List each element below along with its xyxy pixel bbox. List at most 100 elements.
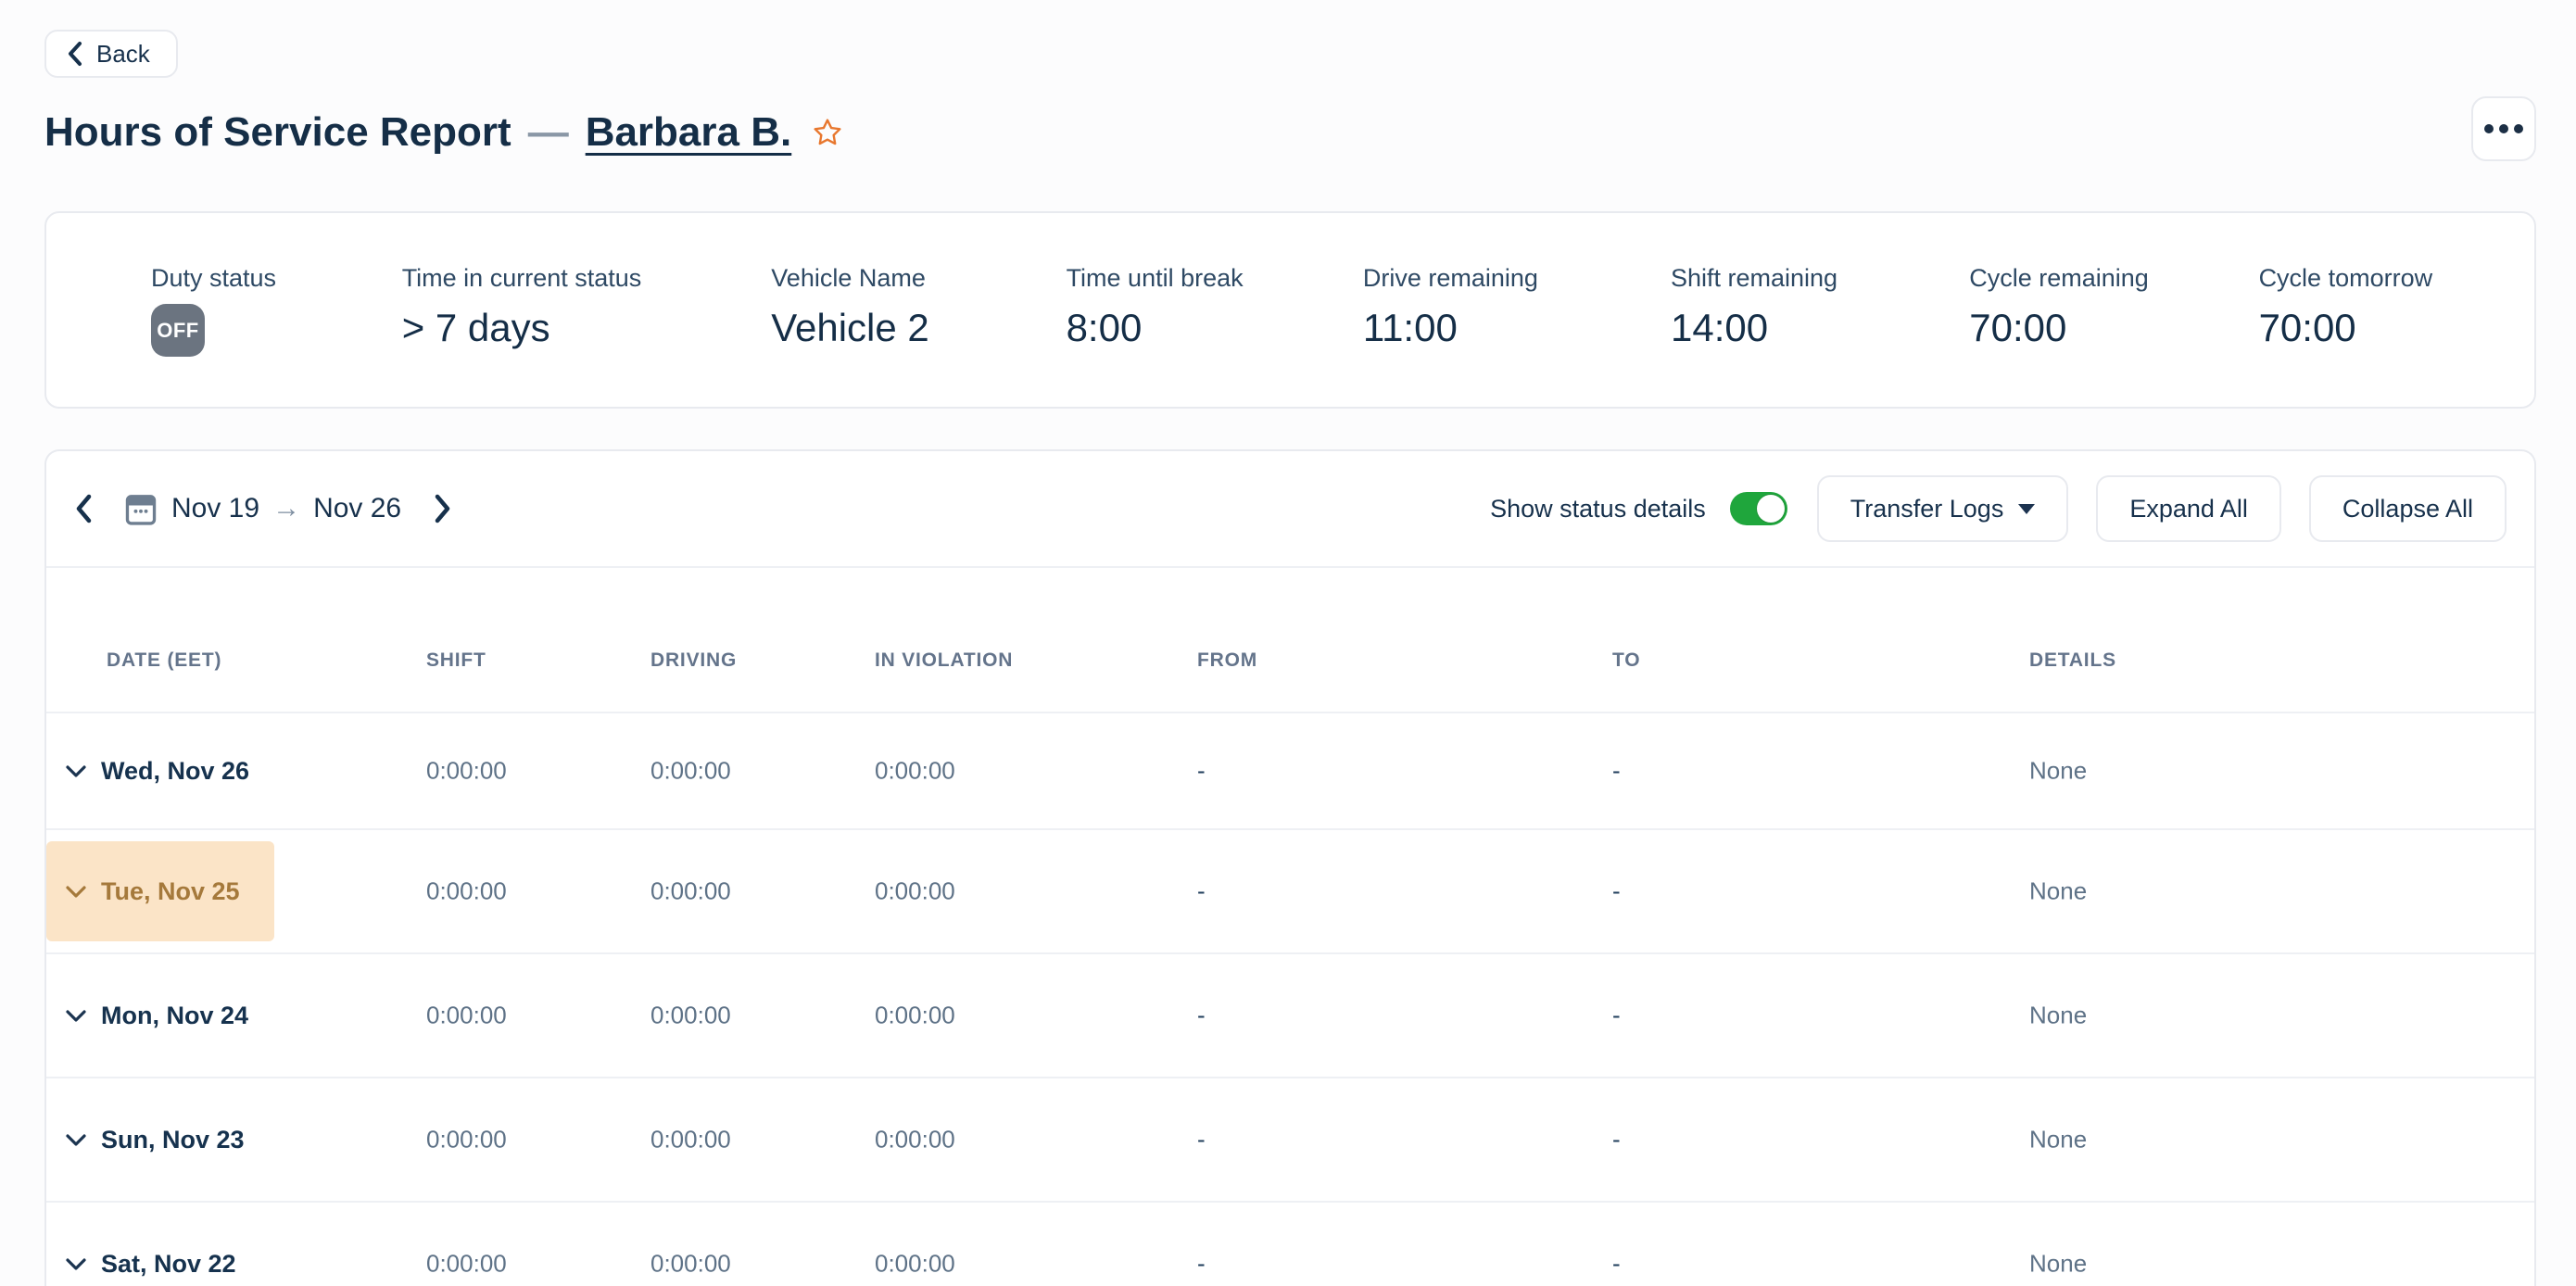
in-violation-value: 0:00:00: [875, 1126, 955, 1154]
shift-value: 0:00:00: [426, 1126, 507, 1154]
from-value: -: [1197, 1126, 1206, 1154]
stat-label: Duty status: [151, 264, 402, 293]
column-header-to: TO: [1612, 649, 1640, 672]
show-status-details-label: Show status details: [1490, 495, 1706, 523]
table-row: Tue, Nov 250:00:000:00:000:00:00--None: [46, 830, 2534, 954]
chevron-down-icon[interactable]: [65, 885, 87, 899]
title-separator: —: [528, 109, 569, 156]
stat-time-in-current-status: Time in current status > 7 days: [402, 264, 772, 407]
driver-name-link[interactable]: Barbara B.: [586, 109, 792, 156]
stat-label: Time in current status: [402, 264, 772, 293]
chevron-down-icon[interactable]: [65, 764, 87, 778]
to-value: -: [1612, 1002, 1621, 1030]
stat-time-until-break: Time until break 8:00: [1067, 264, 1363, 407]
expand-all-label: Expand All: [2129, 495, 2248, 523]
stat-drive-remaining: Drive remaining 11:00: [1363, 264, 1671, 407]
date-range-end: Nov 26: [313, 493, 401, 524]
chevron-down-icon[interactable]: [65, 1257, 87, 1271]
in-violation-value: 0:00:00: [875, 1002, 955, 1030]
details-value: None: [2029, 1002, 2087, 1030]
caret-down-icon: [2018, 504, 2035, 514]
stat-cycle-tomorrow: Cycle tomorrow 70:00: [2259, 264, 2534, 407]
stat-value: 11:00: [1363, 306, 1671, 350]
transfer-logs-label: Transfer Logs: [1850, 495, 2004, 523]
date-cell[interactable]: Sun, Nov 23: [46, 1090, 274, 1190]
show-status-details-toggle[interactable]: [1730, 492, 1787, 525]
stat-duty-status: Duty status OFF: [151, 264, 402, 407]
stat-vehicle-name: Vehicle Name Vehicle 2: [771, 264, 1066, 407]
row-date: Sat, Nov 22: [101, 1250, 236, 1279]
to-value: -: [1612, 1250, 1621, 1279]
column-header-details: DETAILS: [2029, 649, 2116, 672]
back-label: Back: [96, 40, 150, 69]
column-header-shift: SHIFT: [426, 649, 486, 672]
driving-value: 0:00:00: [650, 1002, 731, 1030]
from-value: -: [1197, 877, 1206, 906]
prev-date-range-button[interactable]: [73, 493, 94, 524]
shift-value: 0:00:00: [426, 1002, 507, 1030]
hos-stats-card: Duty status OFF Time in current status >…: [44, 211, 2536, 409]
table-body: Wed, Nov 26 0:00:00 0:00:00 0:00:00 - - None Tu…: [46, 713, 2534, 1286]
back-button[interactable]: Back: [44, 30, 178, 78]
stat-label: Drive remaining: [1363, 264, 1671, 293]
date-cell[interactable]: Sat, Nov 22: [46, 1214, 274, 1286]
logs-panel: Nov 19 → Nov 26 Show status details Tran…: [44, 449, 2536, 1286]
collapse-all-button[interactable]: Collapse All: [2309, 475, 2507, 542]
from-value: -: [1197, 1002, 1206, 1030]
date-cell[interactable]: Wed, Nov 26: [46, 721, 274, 821]
in-violation-value: 0:00:00: [875, 877, 955, 906]
details-value: None: [2029, 877, 2087, 906]
stat-value: 70:00: [2259, 306, 2534, 350]
in-violation-value: 0:00:00: [875, 1250, 955, 1279]
stat-label: Cycle tomorrow: [2259, 264, 2534, 293]
ellipsis-icon: [2499, 124, 2508, 133]
driving-value: 0:00:00: [650, 1126, 731, 1154]
arrow-right-icon: →: [272, 493, 300, 524]
toggle-knob: [1757, 495, 1785, 523]
column-header-from: FROM: [1197, 649, 1257, 672]
column-header-in-violation: IN VIOLATION: [875, 649, 1013, 672]
duty-status-badge: OFF: [151, 304, 205, 357]
table-row: Wed, Nov 260:00:000:00:000:00:00--None: [46, 713, 2534, 830]
from-value: -: [1197, 1250, 1206, 1279]
table-row: Mon, Nov 24 0:00:00 0:00:00 0:00:00 - - None: [46, 954, 2534, 1078]
stat-label: Time until break: [1067, 264, 1363, 293]
from-value: -: [1197, 757, 1206, 786]
table-header: DATE (EET) SHIFT DRIVING IN VIOLATION FR…: [46, 568, 2534, 713]
to-value: -: [1612, 877, 1621, 906]
toolbar-actions: Show status details Transfer Logs Expand…: [1490, 475, 2507, 542]
date-range-start: Nov 19: [171, 493, 259, 524]
row-date: Wed, Nov 26: [101, 757, 249, 786]
details-value: None: [2029, 1126, 2087, 1154]
row-date: Sun, Nov 23: [101, 1126, 245, 1154]
details-value: None: [2029, 757, 2087, 786]
expand-all-button[interactable]: Expand All: [2096, 475, 2281, 542]
driving-value: 0:00:00: [650, 757, 731, 786]
chevron-left-icon: [67, 41, 83, 67]
calendar-icon: [125, 492, 157, 525]
driving-value: 0:00:00: [650, 1250, 731, 1279]
ellipsis-icon: [2484, 124, 2494, 133]
chevron-down-icon[interactable]: [65, 1133, 87, 1147]
stat-label: Vehicle Name: [771, 264, 1066, 293]
column-header-driving: DRIVING: [650, 649, 737, 672]
date-range-selector[interactable]: Nov 19 → Nov 26: [171, 493, 401, 524]
date-cell[interactable]: Mon, Nov 24: [46, 965, 274, 1065]
stat-value: Vehicle 2: [771, 306, 1066, 350]
details-value: None: [2029, 1250, 2087, 1279]
stat-value: 70:00: [1969, 306, 2258, 350]
chevron-down-icon[interactable]: [65, 1009, 87, 1023]
driving-value: 0:00:00: [650, 877, 731, 906]
page-title: Hours of Service Report — Barbara B.: [44, 109, 2536, 156]
table-row: Sat, Nov 22 0:00:00 0:00:00 0:00:00 - - None: [46, 1203, 2534, 1286]
ellipsis-icon: [2514, 124, 2523, 133]
star-icon[interactable]: [812, 117, 843, 148]
shift-value: 0:00:00: [426, 1250, 507, 1279]
stat-value: > 7 days: [402, 306, 772, 350]
more-options-button[interactable]: [2471, 96, 2536, 161]
transfer-logs-button[interactable]: Transfer Logs: [1817, 475, 2069, 542]
stat-value: 14:00: [1671, 306, 1969, 350]
next-date-range-button[interactable]: [433, 493, 453, 524]
stat-label: Shift remaining: [1671, 264, 1969, 293]
date-cell[interactable]: Tue, Nov 25: [46, 841, 274, 941]
